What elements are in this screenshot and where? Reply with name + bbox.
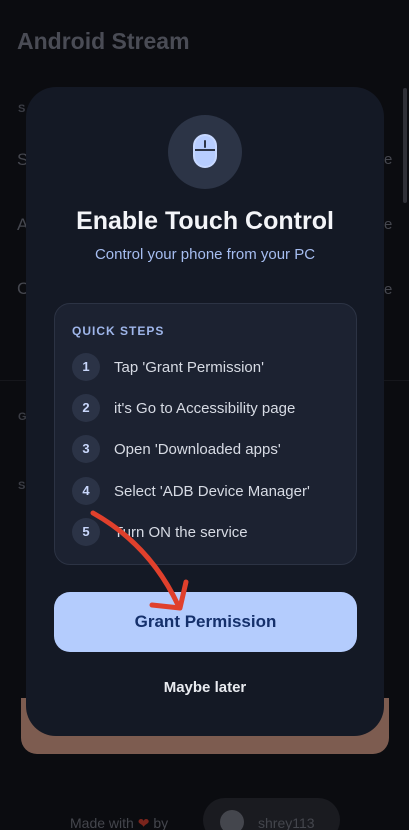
heart-icon: ❤ — [137, 815, 150, 830]
mouse-icon — [193, 134, 217, 168]
dialog-title: Enable Touch Control — [76, 207, 334, 235]
step-text: Open 'Downloaded apps' — [114, 441, 281, 458]
github-username: shrey113 — [258, 815, 315, 830]
step-item: 4 Select 'ADB Device Manager' — [72, 477, 352, 505]
dialog-subtitle: Control your phone from your PC — [94, 246, 316, 263]
settings-row-value: e — [384, 281, 393, 298]
settings-row-value: e — [384, 151, 393, 168]
step-number: 3 — [72, 435, 100, 463]
settings-row-value: e — [384, 216, 393, 233]
step-number: 1 — [72, 353, 100, 381]
grant-permission-button[interactable]: Grant Permission — [54, 592, 357, 652]
step-number: 4 — [72, 477, 100, 505]
step-number: 5 — [72, 518, 100, 546]
step-item: 3 Open 'Downloaded apps' — [72, 435, 352, 463]
icon-container — [168, 115, 242, 189]
step-item: 1 Tap 'Grant Permission' — [72, 353, 352, 381]
github-icon — [220, 810, 244, 830]
footer-credit: Made with ❤ by — [70, 815, 168, 830]
step-text: Tap 'Grant Permission' — [114, 359, 264, 376]
github-chip: shrey113 — [203, 798, 340, 830]
step-text: Select 'ADB Device Manager' — [114, 483, 310, 500]
maybe-later-button[interactable]: Maybe later — [26, 679, 384, 696]
scrollbar — [403, 88, 407, 203]
step-item: 5 Turn ON the service — [72, 518, 352, 546]
step-item: 2 it's Go to Accessibility page — [72, 394, 352, 422]
step-text: Turn ON the service — [114, 524, 248, 541]
step-number: 2 — [72, 394, 100, 422]
quick-steps-heading: QUICK STEPS — [72, 324, 165, 338]
step-text: it's Go to Accessibility page — [114, 400, 296, 417]
app-title: Android Stream — [17, 28, 190, 54]
section-label: S — [18, 103, 27, 115]
footer-made-with: Made with — [70, 815, 134, 830]
quick-steps-card: QUICK STEPS 1 Tap 'Grant Permission' 2 i… — [54, 303, 357, 565]
enable-touch-control-dialog: Enable Touch Control Control your phone … — [26, 87, 384, 736]
footer-by: by — [153, 815, 169, 830]
